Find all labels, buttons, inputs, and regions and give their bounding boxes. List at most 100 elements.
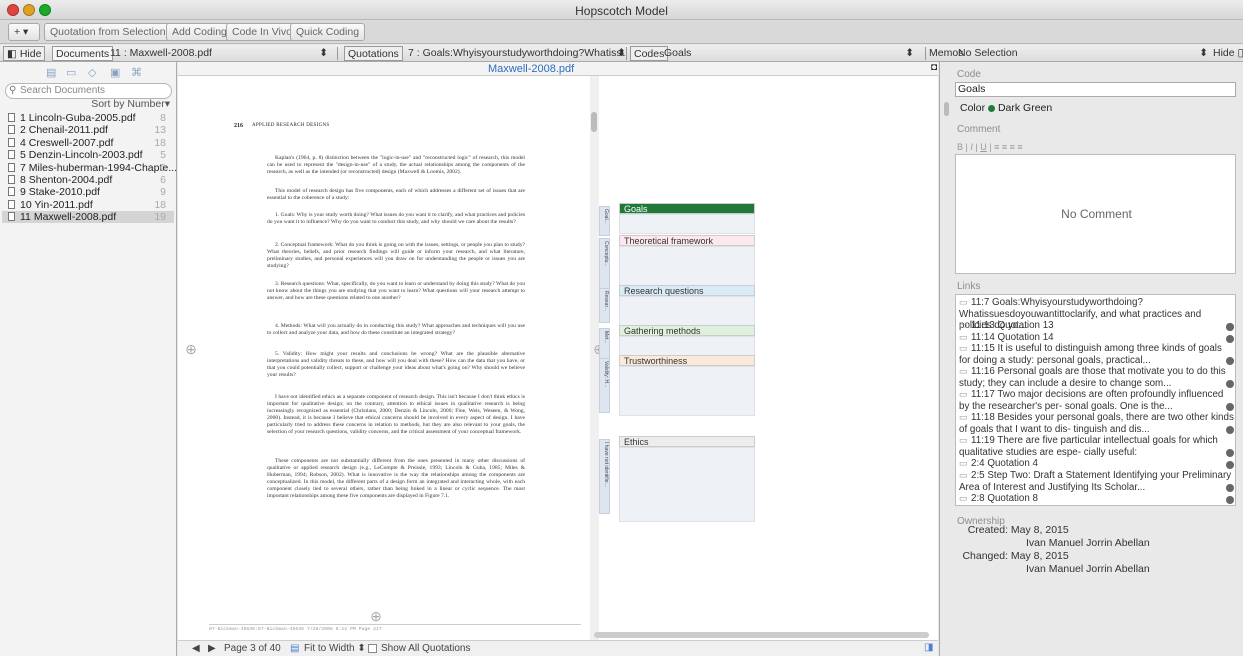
document-selector[interactable]: 11 : Maxwell-2008.pdf ⬍ — [110, 46, 328, 61]
document-list-item[interactable]: 10 Yin-2011.pdf 18 — [2, 199, 174, 211]
margin-quotation-bar[interactable]: I have not identifie... — [599, 439, 610, 514]
margin-code-area[interactable] — [619, 214, 755, 234]
memo-selector[interactable]: No Selection ⬍ — [958, 46, 1208, 61]
align-center-button[interactable]: ≡ — [1002, 142, 1007, 152]
document-icon[interactable]: ▤ — [46, 66, 56, 79]
margin-code-label[interactable]: Trustworthiness — [619, 355, 755, 366]
quotation-bar-label: Goal... — [603, 209, 609, 224]
changed-label: Changed: — [962, 550, 1008, 562]
memo-icon[interactable]: ▣ — [110, 66, 120, 79]
code-tag-icon[interactable]: ◇ — [88, 66, 96, 79]
link-item[interactable]: ▭ 11:16 Personal goals are those that mot… — [959, 366, 1235, 389]
sort-by-menu[interactable]: Sort by Number▾ — [91, 98, 170, 110]
previous-page-button[interactable]: ◀ — [192, 643, 200, 654]
margin-area: ⊕ Goal...GoalsConceptu...Theoretical fra… — [593, 76, 938, 646]
running-head: APPLIED RESEARCH DESIGNS — [252, 123, 330, 128]
go-to-arrow-icon[interactable] — [1226, 334, 1234, 343]
crop-mark: ⊕ — [185, 341, 197, 357]
add-menu-button[interactable]: + ▾ — [8, 23, 40, 41]
bold-button[interactable]: B — [957, 142, 963, 152]
document-label: 5 Denzin-Lincoln-2003.pdf — [20, 149, 143, 161]
show-all-quotations-checkbox[interactable] — [368, 644, 377, 653]
hide-left-pane-button[interactable]: ◧ Hide — [3, 46, 46, 61]
go-to-arrow-icon[interactable] — [1226, 484, 1234, 492]
created-date: May 8, 2015 — [1010, 524, 1069, 536]
fit-to-width-menu[interactable]: Fit to Width ⬍ — [304, 643, 366, 654]
search-documents-input[interactable]: ⚲ Search Documents — [5, 83, 172, 99]
align-left-button[interactable]: ≡ — [994, 142, 999, 152]
link-item[interactable]: ▭ 11:18 Besides your personal goals, ther… — [959, 412, 1235, 435]
color-selector[interactable]: Color Dark Green — [960, 102, 1052, 114]
link-item[interactable]: ▭ 11:15 It is useful to distinguish among… — [959, 343, 1235, 366]
code-name-field[interactable]: Goals — [955, 82, 1236, 97]
margin-quotation-bar[interactable]: Resear... — [599, 288, 610, 323]
link-item[interactable]: ▭ 11:19 There are five particular intelle… — [959, 435, 1235, 458]
expand-icon[interactable]: ◘ — [931, 62, 937, 73]
title-bar: Hopscotch Model — [0, 0, 1243, 20]
quotation-icon: ▭ — [959, 320, 968, 330]
documents-tab[interactable]: Documents — [52, 46, 114, 61]
go-to-arrow-icon[interactable] — [1226, 460, 1234, 469]
align-right-button[interactable]: ≡ — [1010, 142, 1015, 152]
link-item[interactable]: ▭ 2:4 Quotation 4 — [959, 458, 1235, 470]
italic-button[interactable]: I — [970, 142, 973, 152]
margin-code-label[interactable]: Goals — [619, 203, 755, 214]
family-icon[interactable]: ⌘ — [131, 66, 142, 79]
margin-horizontal-scrollbar[interactable] — [594, 632, 929, 638]
add-coding-button[interactable]: Add Coding — [166, 23, 233, 41]
sidebar-toggle-icon[interactable]: ◨ — [924, 642, 933, 653]
scroll-thumb[interactable] — [591, 112, 597, 132]
document-list-item[interactable]: 2 Chenail-2011.pdf 13 — [2, 124, 174, 136]
go-to-arrow-icon[interactable] — [1226, 426, 1234, 434]
quick-coding-button[interactable]: Quick Coding — [290, 23, 366, 41]
go-to-arrow-icon[interactable] — [1226, 322, 1234, 331]
document-list-item[interactable]: 11 Maxwell-2008.pdf 19 — [2, 211, 174, 223]
margin-code-label[interactable]: Research questions — [619, 285, 755, 296]
justify-button[interactable]: ≡ — [1017, 142, 1022, 152]
link-item[interactable]: ▭ 2:8 Quotation 8 — [959, 493, 1235, 505]
quotation-selector[interactable]: 7 : Goals:Whyisyourstudyworthdoing?Whati… — [408, 46, 625, 61]
page-layout-icon[interactable]: ▤ — [290, 643, 299, 654]
go-to-arrow-icon[interactable] — [1226, 403, 1234, 411]
link-text: 11:16 Personal goals are those that moti… — [959, 366, 1226, 389]
pdf-document-icon — [8, 163, 15, 172]
collapse-left-icon: ◧ — [7, 48, 20, 60]
margin-code-label[interactable]: Theoretical framework — [619, 235, 755, 246]
codes-tab[interactable]: Codes — [630, 46, 669, 61]
document-scrollbar[interactable] — [590, 76, 599, 646]
document-title: Maxwell-2008.pdf — [488, 63, 575, 75]
go-to-arrow-icon[interactable] — [1226, 380, 1234, 388]
link-item[interactable]: ▭ 11:13 Quotation 13 — [959, 320, 1235, 332]
quotation-icon[interactable]: ▭ — [66, 66, 76, 79]
link-item[interactable]: ▭ 11:17 Two major decisions are often pro… — [959, 389, 1235, 412]
go-to-arrow-icon[interactable] — [1226, 495, 1234, 504]
document-list-item[interactable]: 5 Denzin-Lincoln-2003.pdf 5 — [2, 149, 174, 161]
link-text: 11:18 Besides your personal goals, there… — [959, 412, 1234, 435]
margin-code-label[interactable]: Ethics — [619, 436, 755, 447]
document-list-item[interactable]: 9 Stake-2010.pdf 9 — [2, 186, 174, 198]
splitter-handle[interactable] — [944, 102, 949, 116]
underline-button[interactable]: U — [980, 142, 987, 152]
go-to-arrow-icon[interactable] — [1226, 357, 1234, 365]
margin-code-area[interactable] — [619, 447, 755, 522]
go-to-arrow-icon[interactable] — [1226, 449, 1234, 457]
link-item[interactable]: ▭ 11:14 Quotation 14 — [959, 332, 1235, 344]
pdf-page[interactable]: 216 APPLIED RESEARCH DESIGNS ⊕ ⊕ 07-Bick… — [181, 76, 593, 646]
margin-code-area[interactable] — [619, 366, 755, 416]
comment-editor[interactable]: No Comment — [955, 154, 1236, 274]
code-selector[interactable]: Goals ⬍ — [664, 46, 914, 61]
link-item[interactable]: ▭ 2:5 Step Two: Draft a Statement Identif… — [959, 470, 1235, 493]
margin-quotation-bar[interactable]: Goal... — [599, 206, 610, 236]
document-list-item[interactable]: 4 Creswell-2007.pdf 18 — [2, 137, 174, 149]
quotation-from-selection-button[interactable]: Quotation from Selection — [44, 23, 172, 41]
margin-code-label[interactable]: Gathering methods — [619, 325, 755, 336]
document-list-item[interactable]: 1 Lincoln-Guba-2005.pdf 8 — [2, 112, 174, 124]
next-page-button[interactable]: ▶ — [208, 643, 216, 654]
pdf-paragraph: Kaplan's (1964, p. 8) distinction betwee… — [267, 155, 525, 175]
code-in-vivo-button[interactable]: Code In Vivo — [226, 23, 298, 41]
document-list-item[interactable]: 8 Shenton-2004.pdf 6 — [2, 174, 174, 186]
hide-right-pane-button[interactable]: Hide ◨ — [1213, 46, 1243, 61]
quotations-tab[interactable]: Quotations — [344, 46, 403, 61]
document-list-item[interactable]: 7 Miles-huberman-1994-Chapte... 0 — [2, 162, 177, 174]
margin-quotation-bar[interactable]: Validity: H... — [599, 358, 610, 413]
